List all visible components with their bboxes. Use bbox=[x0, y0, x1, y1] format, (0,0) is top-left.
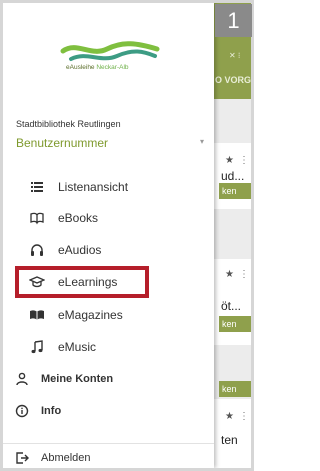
list-icon bbox=[29, 179, 45, 195]
menu-item-label: Meine Konten bbox=[41, 373, 114, 385]
background-card-button[interactable]: ken bbox=[219, 316, 251, 332]
star-icon[interactable]: ★ bbox=[225, 155, 234, 166]
menu-item-eaudios[interactable]: eAudios bbox=[3, 238, 214, 264]
more-icon[interactable]: ⋮ bbox=[239, 411, 249, 422]
menu-item-ebooks[interactable]: eBooks bbox=[3, 206, 214, 232]
logo-wave-graphic bbox=[60, 41, 160, 61]
menu-item-info[interactable]: Info bbox=[3, 399, 214, 425]
menu-item-label: eBooks bbox=[58, 211, 99, 225]
menu-item-label: Info bbox=[41, 405, 62, 417]
menu-item-emagazines[interactable]: eMagazines bbox=[3, 303, 214, 329]
menu-item-elearnings[interactable]: eLearnings bbox=[3, 270, 214, 296]
background-card-title: öt... bbox=[221, 299, 242, 313]
magazine-icon bbox=[29, 307, 45, 323]
star-icon[interactable]: ★ bbox=[225, 269, 234, 280]
background-card-button[interactable]: ken bbox=[219, 381, 251, 397]
music-note-icon bbox=[29, 339, 45, 355]
divider bbox=[3, 443, 214, 444]
menu-item-label: Listenansicht bbox=[58, 180, 129, 194]
step-number-badge: 1 bbox=[215, 4, 252, 37]
background-appbar-icon: ✕ ⁝ bbox=[229, 51, 241, 60]
menu-item-label: eMusic bbox=[58, 340, 97, 354]
headphones-icon bbox=[29, 242, 45, 258]
star-icon[interactable]: ★ bbox=[225, 411, 234, 422]
phone-screen: ✕ ⁝ O VORG ★ ⋮ ud... ken ★ ⋮ öt... ken k… bbox=[3, 3, 251, 468]
caret-down-icon: ▾ bbox=[199, 137, 204, 146]
book-icon bbox=[29, 210, 45, 226]
eausleihe-logo: eAusleihe Neckar-Alb bbox=[57, 41, 163, 81]
logout-button[interactable]: Abmelden bbox=[3, 447, 214, 468]
background-card-button[interactable]: ken bbox=[219, 183, 251, 199]
account-selector[interactable]: Benutzernummer ▾ bbox=[16, 134, 204, 152]
menu-item-my-accounts[interactable]: Meine Konten bbox=[3, 367, 214, 393]
person-icon bbox=[14, 371, 30, 387]
logo-text: eAusleihe Neckar-Alb bbox=[66, 64, 129, 71]
menu-item-label: eAudios bbox=[58, 243, 102, 257]
menu-item-label: eMagazines bbox=[58, 308, 123, 322]
account-label: Benutzernummer bbox=[16, 136, 109, 150]
menu-item-emusic[interactable]: eMusic bbox=[3, 335, 214, 361]
menu-item-list-view[interactable]: Listenansicht bbox=[3, 175, 214, 201]
more-icon[interactable]: ⋮ bbox=[239, 269, 249, 280]
logout-icon bbox=[14, 450, 30, 466]
background-card-title: ud... bbox=[221, 169, 245, 183]
background-tab[interactable]: O VORG bbox=[215, 75, 251, 85]
more-icon[interactable]: ⋮ bbox=[239, 155, 249, 166]
screenshot-frame: ✕ ⁝ O VORG ★ ⋮ ud... ken ★ ⋮ öt... ken k… bbox=[0, 0, 254, 471]
graduation-cap-icon bbox=[29, 274, 45, 290]
library-name: Stadtbibliothek Reutlingen bbox=[16, 119, 121, 129]
info-icon bbox=[14, 403, 30, 419]
background-card-title: ten bbox=[221, 433, 238, 447]
logout-label: Abmelden bbox=[41, 452, 91, 464]
menu-item-label: eLearnings bbox=[58, 275, 118, 289]
navigation-drawer: eAusleihe Neckar-Alb Stadtbibliothek Reu… bbox=[3, 3, 214, 468]
